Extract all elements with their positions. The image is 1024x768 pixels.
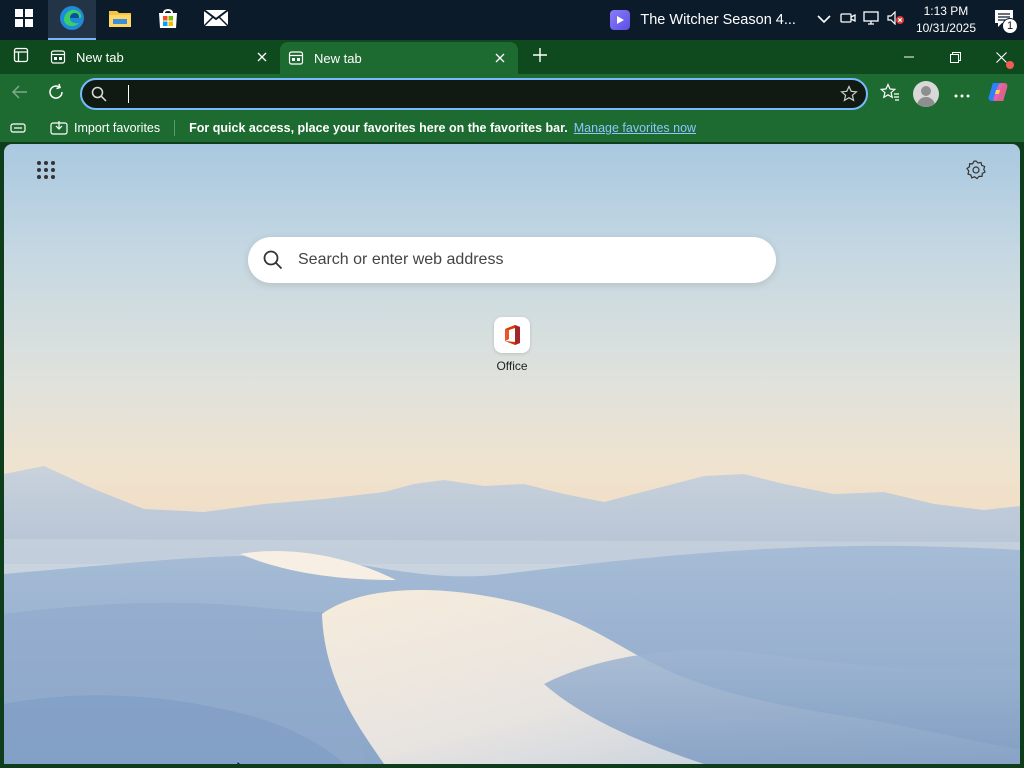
favorites-bar: Import favorites For quick access, place… bbox=[0, 114, 1024, 142]
windows-logo-icon bbox=[15, 8, 33, 32]
clock[interactable]: 1:13 PM 10/31/2025 bbox=[916, 3, 976, 37]
edge-icon bbox=[59, 5, 85, 36]
tab-actions-icon bbox=[13, 47, 29, 68]
app-launcher-button[interactable] bbox=[32, 156, 60, 184]
tab-actions-button[interactable] bbox=[0, 40, 42, 74]
clock-date: 10/31/2025 bbox=[915, 21, 976, 35]
toolbar-right bbox=[872, 61, 1016, 112]
star-icon bbox=[840, 85, 858, 102]
office-icon bbox=[494, 317, 530, 353]
volume-muted-icon bbox=[887, 10, 905, 30]
notification-badge: 1 bbox=[1002, 18, 1018, 34]
camera-icon bbox=[840, 11, 856, 30]
notification-center-button[interactable]: 1 bbox=[984, 0, 1024, 40]
tab-new-tab-1[interactable]: New tab bbox=[42, 40, 281, 74]
import-favorites-button[interactable]: Import favorites bbox=[50, 120, 160, 136]
start-button[interactable] bbox=[0, 0, 48, 40]
close-icon bbox=[257, 52, 267, 62]
address-input[interactable] bbox=[129, 86, 832, 102]
import-favorites-label: Import favorites bbox=[74, 121, 161, 135]
media-title: The Witcher Season 4... bbox=[640, 12, 796, 28]
new-tab-favicon-icon bbox=[288, 50, 304, 66]
media-control[interactable]: The Witcher Season 4... bbox=[610, 10, 796, 30]
close-icon bbox=[495, 53, 505, 63]
search-placeholder: Search or enter web address bbox=[298, 251, 504, 268]
refresh-button[interactable] bbox=[38, 76, 74, 112]
tab-title: New tab bbox=[76, 49, 124, 65]
profile-button[interactable] bbox=[908, 61, 1014, 112]
window-controls bbox=[886, 40, 1024, 74]
add-favorite-button[interactable] bbox=[832, 85, 866, 103]
tab-new-tab-2[interactable]: New tab bbox=[280, 42, 518, 74]
taskbar-mail-button[interactable] bbox=[192, 0, 240, 40]
mail-icon bbox=[203, 8, 229, 33]
taskbar: The Witcher Season 4... 1:13 PM 10/31/20… bbox=[0, 0, 1024, 40]
quick-link-office[interactable]: Office bbox=[482, 317, 542, 373]
favorites-star-icon bbox=[879, 82, 900, 106]
address-bar[interactable] bbox=[80, 78, 868, 110]
avatar bbox=[913, 81, 939, 107]
minimize-icon bbox=[904, 56, 914, 58]
tab-close-button[interactable] bbox=[490, 48, 510, 68]
restore-button[interactable] bbox=[932, 40, 978, 74]
import-icon bbox=[50, 121, 68, 135]
mouse-cursor-icon bbox=[237, 761, 247, 764]
taskbar-file-explorer-button[interactable] bbox=[96, 0, 144, 40]
tab-strip: New tab New tab bbox=[0, 40, 1024, 74]
favorites-separator bbox=[174, 120, 176, 136]
more-horizontal-icon bbox=[954, 85, 970, 103]
tray-network-button[interactable] bbox=[860, 0, 884, 40]
favorites-bar-menu-button[interactable] bbox=[10, 122, 26, 134]
copilot-icon bbox=[986, 80, 1010, 109]
favorites-hint-text: For quick access, place your favorites h… bbox=[189, 121, 568, 135]
manage-favorites-link[interactable]: Manage favorites now bbox=[574, 121, 696, 135]
search-icon bbox=[248, 250, 298, 270]
back-arrow-icon bbox=[11, 84, 28, 104]
taskbar-store-button[interactable] bbox=[144, 0, 192, 40]
browser-toolbar bbox=[0, 61, 1024, 114]
tray-overflow-button[interactable] bbox=[812, 0, 836, 40]
favorites-bar-icon bbox=[10, 123, 26, 133]
new-tab-favicon-icon bbox=[50, 49, 66, 65]
close-icon bbox=[995, 51, 1007, 63]
new-tab-button[interactable] bbox=[522, 40, 558, 74]
chevron-down-icon bbox=[817, 11, 831, 29]
tray-volume-button[interactable] bbox=[884, 0, 908, 40]
search-icon bbox=[82, 86, 116, 102]
profile-alert-badge bbox=[1006, 61, 1014, 69]
quick-link-label: Office bbox=[496, 359, 528, 373]
page-settings-button[interactable] bbox=[962, 156, 990, 184]
page-search-box[interactable]: Search or enter web address bbox=[248, 237, 776, 283]
tray-meet-button[interactable] bbox=[836, 0, 860, 40]
gear-icon bbox=[966, 160, 986, 180]
apps-grid-icon bbox=[37, 161, 55, 179]
clock-time: 1:13 PM bbox=[923, 4, 969, 18]
taskbar-edge-button[interactable] bbox=[48, 0, 96, 40]
refresh-icon bbox=[47, 83, 65, 106]
back-button[interactable] bbox=[2, 76, 38, 112]
copilot-button[interactable] bbox=[980, 76, 1016, 112]
microsoft-store-icon bbox=[156, 6, 180, 35]
system-tray: The Witcher Season 4... 1:13 PM 10/31/20… bbox=[610, 0, 1024, 40]
favorites-button[interactable] bbox=[872, 76, 908, 112]
restore-icon bbox=[949, 51, 961, 63]
minimize-button[interactable] bbox=[886, 40, 932, 74]
media-play-icon bbox=[610, 10, 631, 30]
new-tab-page: Search or enter web address Office bbox=[4, 144, 1020, 764]
plus-icon bbox=[533, 47, 547, 67]
tab-close-button[interactable] bbox=[252, 47, 272, 67]
network-icon bbox=[863, 10, 881, 30]
folder-icon bbox=[108, 7, 132, 34]
close-window-button[interactable] bbox=[978, 40, 1024, 74]
tab-title: New tab bbox=[314, 50, 362, 66]
settings-and-more-button[interactable] bbox=[944, 76, 980, 112]
